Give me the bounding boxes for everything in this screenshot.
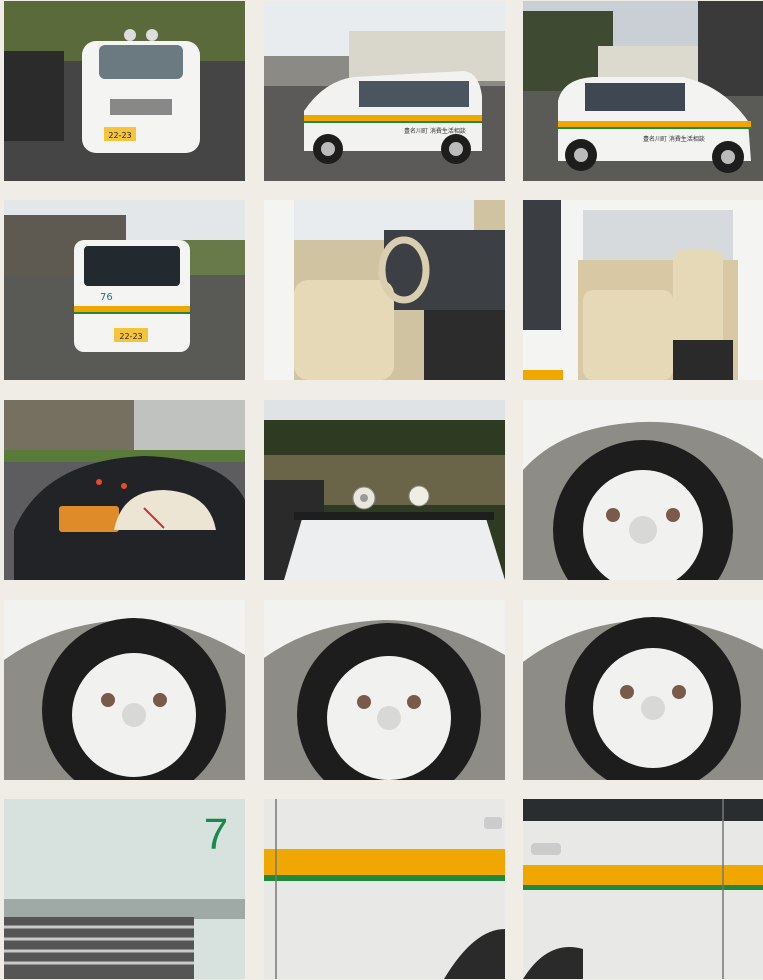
photo-right-side-view[interactable]: 豊名川町 消費生活相談	[523, 1, 763, 181]
photo-left-side-view[interactable]: 豊名川町 消費生活相談	[264, 1, 505, 181]
rear-right-wheel-image	[523, 600, 763, 780]
rear-seat-image	[523, 200, 763, 380]
front-right-wheel-image	[523, 400, 763, 580]
front-plate-text: 22-23	[108, 131, 131, 140]
left-door-panel-image	[264, 799, 505, 979]
hood-mark-text: 7	[204, 810, 228, 859]
right-side-image: 豊名川町 消費生活相談	[523, 1, 763, 181]
rear-view-image: 76 22-23	[4, 200, 245, 380]
rear-plate-text: 22-23	[119, 332, 142, 341]
right-door-panel-image	[523, 799, 763, 979]
photo-left-door-panel[interactable]	[264, 799, 505, 979]
photo-rear-view[interactable]: 76 22-23	[4, 200, 245, 380]
photo-grid: 22-23 豊名川町 消費生活相談 豊名川町 消費生活相談 76 22-23 7	[0, 0, 763, 980]
hood-grille-image: 7	[4, 799, 245, 979]
photo-driver-seat-interior[interactable]	[264, 200, 505, 380]
left-door-text: 豊名川町 消費生活相談	[404, 127, 466, 135]
photo-front-right-wheel[interactable]	[523, 400, 763, 580]
photo-roof-loudspeakers[interactable]	[264, 400, 505, 580]
photo-instrument-cluster[interactable]	[4, 400, 245, 580]
roof-speakers-image	[264, 400, 505, 580]
photo-hood-grille[interactable]: 7	[4, 799, 245, 979]
front-view-image: 22-23	[4, 1, 245, 181]
front-left-wheel-image	[4, 600, 245, 780]
instrument-cluster-image	[4, 400, 245, 580]
photo-rear-seat-interior[interactable]	[523, 200, 763, 380]
rear-badge-text: 76	[100, 292, 113, 303]
photo-front-view[interactable]: 22-23	[4, 1, 245, 181]
photo-front-left-wheel[interactable]	[4, 600, 245, 780]
right-door-text: 豊名川町 消費生活相談	[643, 135, 705, 143]
left-side-image: 豊名川町 消費生活相談	[264, 1, 505, 181]
driver-seat-image	[264, 200, 505, 380]
photo-rear-right-wheel[interactable]	[523, 600, 763, 780]
rear-left-wheel-image	[264, 600, 505, 780]
photo-right-door-panel[interactable]	[523, 799, 763, 979]
photo-rear-left-wheel[interactable]	[264, 600, 505, 780]
